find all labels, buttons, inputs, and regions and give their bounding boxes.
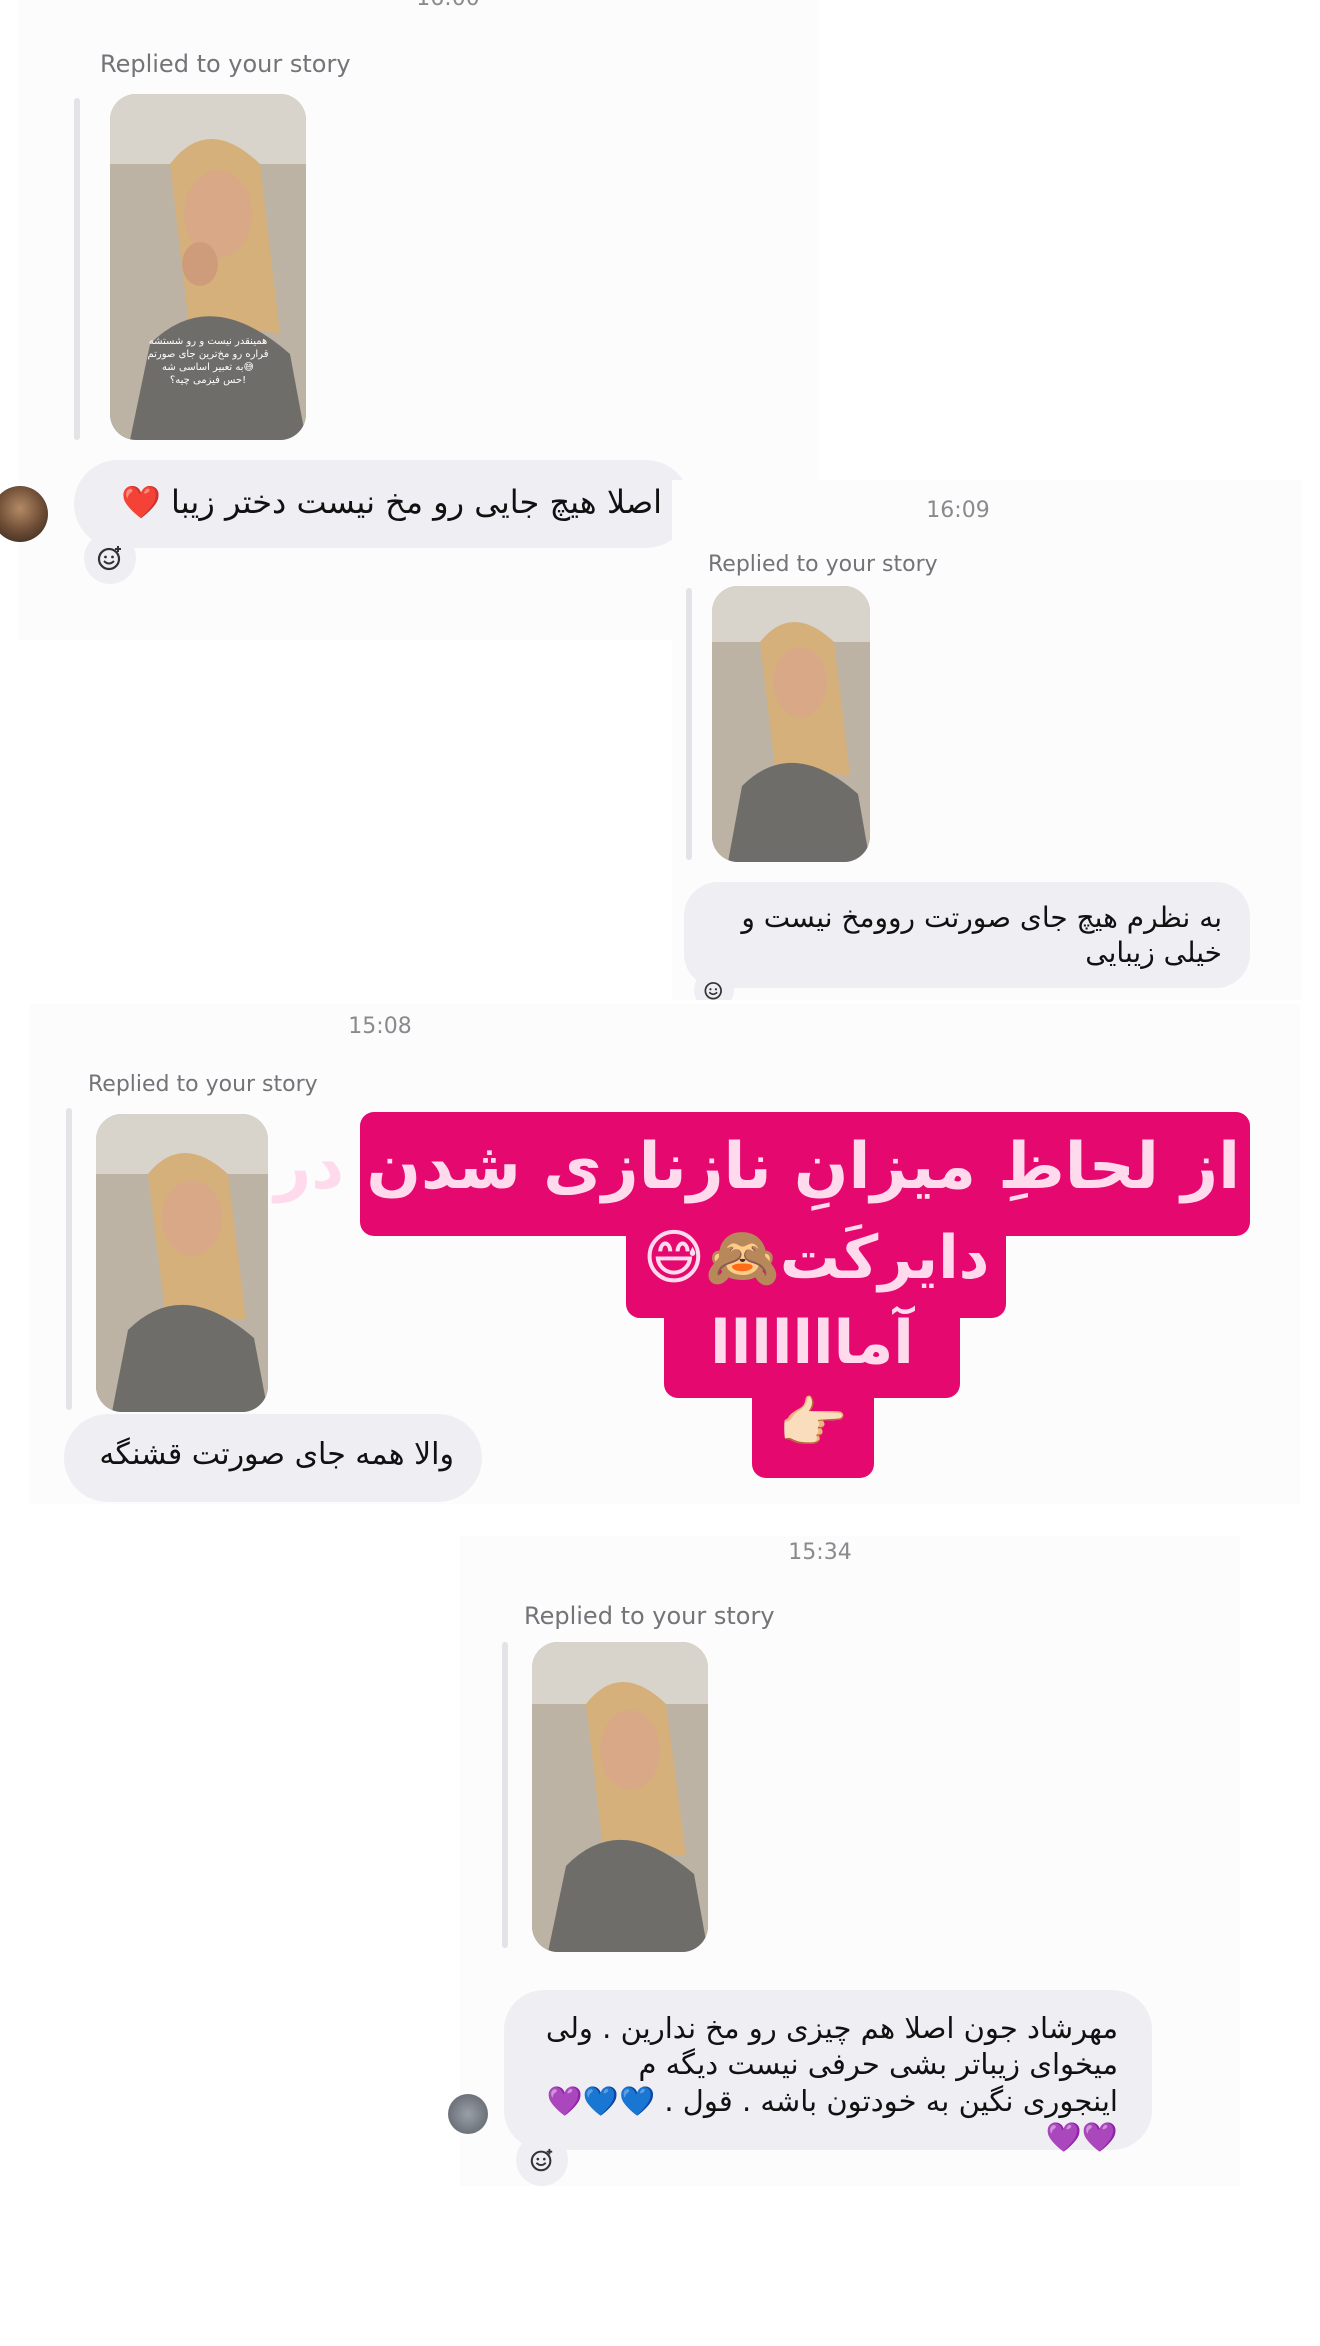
replied-label: Replied to your story [100, 50, 351, 78]
timestamp: 16:00 [348, 0, 548, 11]
add-reaction-icon[interactable] [84, 532, 136, 584]
reply-rail [502, 1642, 508, 1948]
chat-screen-3: 15:08 Replied to your story والا همه جای… [30, 1004, 1300, 1504]
timestamp: 16:09 [926, 498, 990, 523]
message-bubble[interactable]: اصلا هیچ جایی رو مخ نیست دختر زیبا ❤️ [74, 460, 690, 548]
add-reaction-icon[interactable] [516, 2134, 568, 2186]
timestamp: 15:08 [348, 1014, 412, 1039]
message-bubble[interactable]: به نظرم هیچ جای صورتت روومخ نیست و خیلی … [684, 882, 1250, 988]
story-image [532, 1642, 708, 1952]
story-caption: به تعبیر اساسی شه😅 [162, 362, 254, 373]
message-bubble[interactable]: مهرشاد جون اصلا هم چیزی رو مخ ندارین . و… [504, 1990, 1152, 2154]
reply-rail [686, 588, 692, 860]
story-caption: قراره رو مخ‌ترین جای صورتم [147, 349, 268, 360]
story-image: همینقدر نیست و رو شستشه قراره رو مخ‌ترین… [110, 94, 306, 440]
reply-rail [74, 98, 80, 440]
story-thumbnail[interactable]: همینقدر نیست و رو شستشه قراره رو مخ‌ترین… [110, 94, 306, 440]
avatar[interactable] [448, 2094, 488, 2134]
timestamp: 15:34 [788, 1540, 852, 1565]
replied-label: Replied to your story [708, 552, 938, 577]
chat-screen-4: 15:34 Replied to your story مهرشاد جون ا… [460, 1536, 1240, 2186]
reply-rail [66, 1108, 72, 1410]
replied-label: Replied to your story [524, 1602, 775, 1630]
story-image [96, 1114, 268, 1412]
chat-screen-2: 16:09 Replied to your story به نظرم هیچ … [672, 480, 1302, 1000]
story-thumbnail[interactable] [712, 586, 870, 862]
story-thumbnail[interactable] [532, 1642, 708, 1952]
story-thumbnail[interactable] [96, 1114, 268, 1412]
story-caption: همینقدر نیست و رو شستشه [149, 336, 268, 347]
story-caption: حس فیزمی چیه؟! [170, 375, 246, 386]
story-image [712, 586, 870, 862]
replied-label: Replied to your story [88, 1072, 318, 1097]
message-bubble[interactable]: والا همه جای صورتت قشنگه [64, 1414, 482, 1502]
